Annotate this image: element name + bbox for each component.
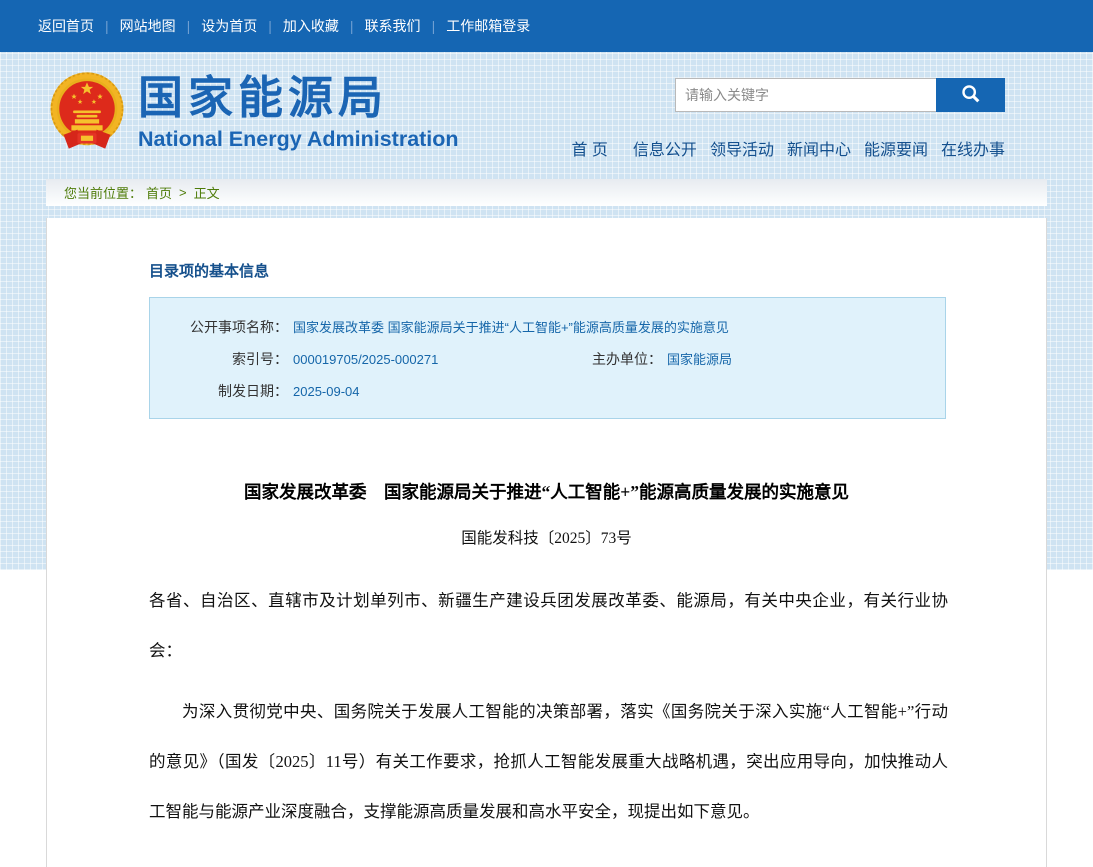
content-panel: 目录项的基本信息 公开事项名称： 国家发展改革委 国家能源局关于推进“人工智能+… bbox=[46, 218, 1047, 867]
document-title: 国家发展改革委 国家能源局关于推进“人工智能+”能源高质量发展的实施意见 bbox=[127, 479, 966, 504]
catalog-info-panel: 公开事项名称： 国家发展改革委 国家能源局关于推进“人工智能+”能源高质量发展的… bbox=[149, 297, 946, 419]
brand-text: 国家能源局 National Energy Administration bbox=[138, 70, 459, 152]
catalog-row-date: 制发日期： 2025-09-04 bbox=[150, 381, 945, 402]
catalog-date-label: 制发日期： bbox=[150, 381, 288, 402]
nav-item-leader-activities[interactable]: 领导活动 bbox=[710, 136, 774, 160]
breadcrumb: 您当前位置： 首页 > 正文 bbox=[46, 179, 1047, 206]
main-nav: 首 页 信息公开 领导活动 新闻中心 能源要闻 在线办事 bbox=[571, 136, 1005, 160]
breadcrumb-link-home[interactable]: 首页 bbox=[146, 183, 172, 202]
catalog-index-label: 索引号： bbox=[150, 349, 288, 370]
nav-item-online-services[interactable]: 在线办事 bbox=[941, 136, 1005, 160]
breadcrumb-separator: > bbox=[179, 185, 187, 200]
catalog-org-label: 主办单位： bbox=[572, 349, 662, 370]
site-title-english: National Energy Administration bbox=[138, 126, 459, 152]
nav-item-energy-news[interactable]: 能源要闻 bbox=[864, 136, 928, 160]
search-button[interactable] bbox=[936, 78, 1005, 112]
document-paragraph-intro: 为深入贯彻党中央、国务院关于发展人工智能的决策部署，落实《国务院关于深入实施“人… bbox=[149, 687, 948, 837]
catalog-name-label: 公开事项名称： bbox=[150, 317, 288, 338]
topbar-link-add-favorite[interactable]: 加入收藏 bbox=[283, 16, 339, 36]
separator: | bbox=[350, 18, 354, 34]
catalog-section-title: 目录项的基本信息 bbox=[149, 260, 1046, 281]
topbar-link-contact-us[interactable]: 联系我们 bbox=[365, 16, 421, 36]
document-number: 国能发科技〔2025〕73号 bbox=[47, 526, 1046, 548]
separator: | bbox=[105, 18, 109, 34]
document-body: 各省、自治区、直辖市及计划单列市、新疆生产建设兵团发展改革委、能源局，有关中央企… bbox=[149, 576, 948, 837]
topbar-link-mail-login[interactable]: 工作邮箱登录 bbox=[446, 16, 530, 36]
topbar-link-sitemap[interactable]: 网站地图 bbox=[120, 16, 176, 36]
topbar-link-set-homepage[interactable]: 设为首页 bbox=[201, 16, 257, 36]
search-bar bbox=[675, 78, 1005, 112]
top-link-bar: 返回首页 | 网站地图 | 设为首页 | 加入收藏 | 联系我们 | 工作邮箱登… bbox=[0, 0, 1093, 52]
separator: | bbox=[187, 18, 191, 34]
document-paragraph-salutation: 各省、自治区、直辖市及计划单列市、新疆生产建设兵团发展改革委、能源局，有关中央企… bbox=[149, 576, 948, 676]
breadcrumb-current: 正文 bbox=[194, 183, 220, 202]
nav-item-news-center[interactable]: 新闻中心 bbox=[787, 136, 851, 160]
site-header: 国家能源局 National Energy Administration 首 页… bbox=[0, 52, 1093, 170]
catalog-row-index-org: 索引号： 000019705/2025-000271 主办单位： 国家能源局 bbox=[150, 349, 945, 370]
separator: | bbox=[268, 18, 272, 34]
site-title-chinese: 国家能源局 bbox=[138, 72, 459, 124]
nav-item-info-disclosure[interactable]: 信息公开 bbox=[633, 136, 697, 160]
catalog-date-value: 2025-09-04 bbox=[288, 381, 360, 402]
catalog-index-value: 000019705/2025-000271 bbox=[288, 349, 438, 370]
nav-item-home[interactable]: 首 页 bbox=[571, 136, 607, 160]
search-icon bbox=[960, 83, 982, 108]
search-input[interactable] bbox=[675, 78, 936, 112]
site-brand: 国家能源局 National Energy Administration bbox=[48, 70, 459, 163]
breadcrumb-prefix: 您当前位置： bbox=[64, 183, 142, 202]
national-emblem-logo bbox=[48, 70, 126, 163]
topbar-link-return-home[interactable]: 返回首页 bbox=[38, 16, 94, 36]
separator: | bbox=[432, 18, 436, 34]
catalog-row-name: 公开事项名称： 国家发展改革委 国家能源局关于推进“人工智能+”能源高质量发展的… bbox=[150, 317, 945, 338]
catalog-org-value-link[interactable]: 国家能源局 bbox=[662, 349, 732, 370]
catalog-name-value-link[interactable]: 国家发展改革委 国家能源局关于推进“人工智能+”能源高质量发展的实施意见 bbox=[288, 317, 729, 338]
